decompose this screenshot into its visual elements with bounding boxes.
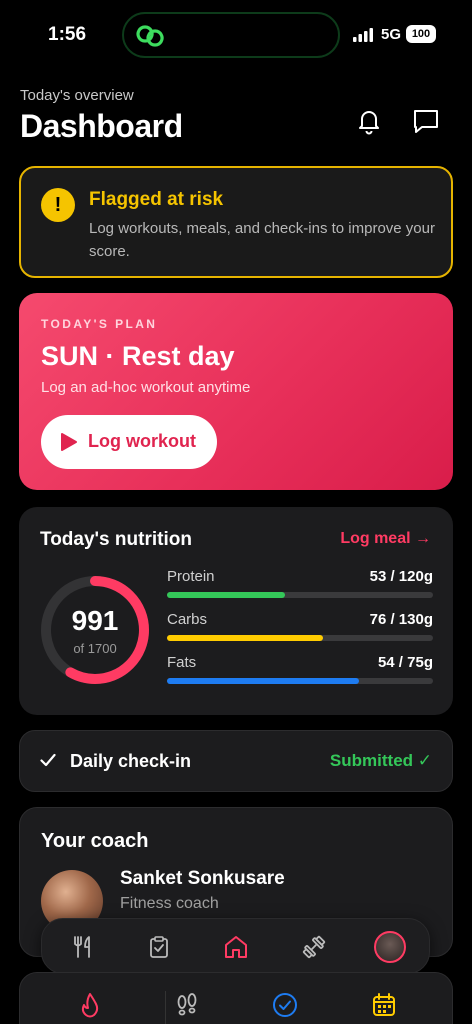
checkin-status: Submitted ✓ [329,751,432,770]
calories-value: 991 [71,605,119,636]
macro-name: Protein [167,568,215,585]
warning-icon: ! [41,188,75,222]
macro-track [167,592,433,598]
schedule-stat[interactable] [370,991,398,1019]
nutrition-card: Today's nutrition Log meal → 991 of 1700… [19,507,453,715]
alert-message: Log workouts, meals, and check-ins to im… [89,220,435,260]
tab-workouts[interactable] [297,930,331,964]
flame-icon [81,993,99,1018]
message-icon[interactable] [411,106,441,136]
tasks-stat[interactable] [271,991,299,1019]
macro-track [167,678,433,684]
status-time: 1:56 [48,24,87,45]
macro-value: 53 / 120g [369,568,433,585]
macro-track [167,635,433,641]
network-label: 5G [381,26,402,43]
coach-section-title: Your coach [41,830,149,852]
checkin-label: Daily check-in [70,751,192,771]
nutrition-title: Today's nutrition [40,529,192,550]
coach-name: Sanket Sonkusare [120,868,285,889]
tab-nutrition[interactable] [66,930,100,964]
macro-protein: Protein 53 / 120g [167,568,433,608]
tab-profile[interactable] [373,930,407,964]
profile-avatar [374,931,406,963]
risk-alert-card: ! Flagged at risk Log workouts, meals, a… [19,166,453,278]
footsteps-icon [177,993,197,1016]
battery-indicator: 100 [406,25,436,43]
calendar-icon [373,993,395,1016]
clipboard-icon [150,936,168,958]
signal-icon [353,28,373,42]
bottom-stats-panel [19,972,453,1024]
macro-fill [167,678,359,684]
plan-kicker: TODAY'S PLAN [41,317,158,331]
page-title: Dashboard [20,108,183,144]
tab-bar [41,918,430,974]
check-circle-icon [273,993,297,1017]
play-icon [61,433,77,451]
macro-carbs: Carbs 76 / 130g [167,611,433,651]
status-bar: 1:56 5G 100 [0,0,472,70]
calories-stat[interactable] [76,991,104,1019]
macro-fill [167,592,285,598]
page-subtitle: Today's overview [20,87,134,104]
utensils-icon [74,936,90,958]
log-meal-link[interactable]: Log meal → [340,530,431,548]
dumbbell-icon [302,935,326,959]
daily-checkin-row[interactable]: Daily check-in Submitted ✓ [19,730,453,792]
steps-stat[interactable] [173,991,201,1019]
macro-name: Carbs [167,611,208,628]
alert-title: Flagged at risk [89,189,224,210]
macro-fill [167,635,323,641]
home-icon [225,936,247,958]
tab-home[interactable] [219,930,253,964]
macro-name: Fats [167,654,197,671]
macro-fats: Fats 54 / 75g [167,654,433,694]
tab-checkin[interactable] [142,930,176,964]
divider [165,991,166,1024]
bell-icon[interactable] [354,106,384,136]
checkmark-icon [40,753,56,767]
plan-subtitle: Log an ad-hoc workout anytime [41,379,251,396]
calories-target: of 1700 [73,641,117,656]
log-workout-button[interactable]: Log workout [41,415,217,469]
macro-value: 76 / 130g [369,611,433,628]
coach-role: Fitness coach [120,895,219,912]
macro-value: 54 / 75g [377,654,433,671]
dynamic-island [122,12,340,58]
log-workout-label: Log workout [88,431,196,451]
plan-title: SUN · Rest day [41,341,235,371]
app-logo-icon [136,25,164,47]
todays-plan-card: TODAY'S PLAN SUN · Rest day Log an ad-ho… [19,293,453,490]
